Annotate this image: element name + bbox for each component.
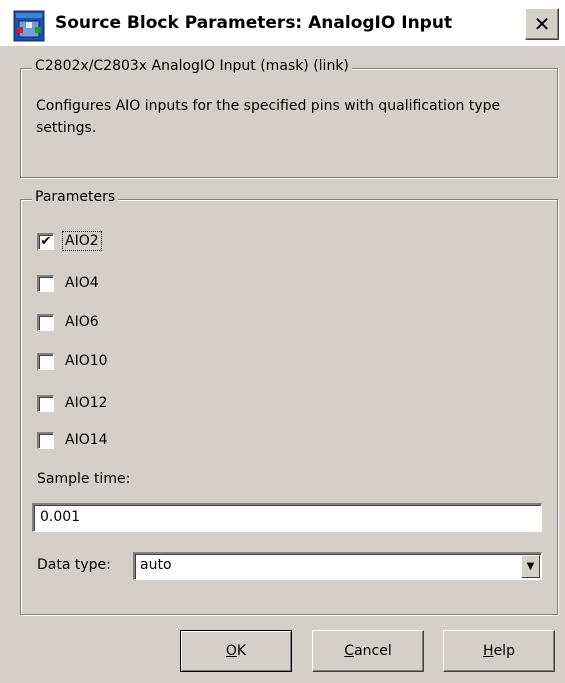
checkbox-box[interactable]	[37, 394, 54, 412]
checkbox-aio12[interactable]: AIO12	[37, 392, 110, 414]
checkbox-box[interactable]: ✔	[37, 232, 54, 250]
checkbox-aio6[interactable]: AIO6	[37, 311, 101, 333]
checkbox-aio10[interactable]: AIO10	[37, 350, 110, 372]
ok-label-rest: K	[236, 643, 247, 659]
checkbox-label[interactable]: AIO4	[63, 274, 101, 292]
ok-mnemonic: O	[225, 643, 237, 659]
sample-time-label: Sample time:	[37, 471, 131, 487]
help-button[interactable]: Help	[443, 630, 555, 672]
ok-button[interactable]: OK	[180, 630, 292, 672]
cancel-label-rest: ancel	[354, 643, 392, 659]
help-mnemonic: H	[483, 643, 494, 659]
sample-time-value: 0.001	[40, 509, 81, 525]
checkbox-label[interactable]: AIO14	[63, 431, 110, 449]
checkbox-label[interactable]: AIO12	[63, 394, 110, 412]
checkmark-icon: ✔	[40, 234, 52, 249]
simulink-block-icon	[13, 10, 45, 42]
parameters-group-legend: Parameters	[32, 189, 119, 205]
title-bar: Source Block Parameters: AnalogIO Input …	[0, 0, 565, 46]
checkbox-box[interactable]	[37, 431, 54, 449]
checkbox-label[interactable]: AIO10	[63, 352, 110, 370]
checkbox-aio14[interactable]: AIO14	[37, 429, 110, 451]
cancel-button[interactable]: Cancel	[312, 630, 424, 672]
checkbox-aio2[interactable]: ✔ AIO2	[37, 230, 102, 252]
data-type-label: Data type:	[37, 557, 111, 573]
close-button[interactable]: ✕	[525, 8, 559, 40]
sample-time-input[interactable]: 0.001	[32, 503, 542, 532]
chevron-down-icon: ▼	[526, 561, 535, 572]
checkbox-box[interactable]	[37, 313, 54, 331]
dropdown-button[interactable]: ▼	[521, 555, 540, 578]
mask-group-legend: C2802x/C2803x AnalogIO Input (mask) (lin…	[32, 58, 352, 74]
data-type-select[interactable]: auto ▼	[133, 552, 542, 580]
checkbox-box[interactable]	[37, 274, 54, 292]
data-type-value: auto	[140, 557, 172, 573]
checkbox-aio4[interactable]: AIO4	[37, 272, 101, 294]
window-title: Source Block Parameters: AnalogIO Input	[55, 13, 453, 33]
mask-description: Configures AIO inputs for the specified …	[36, 98, 501, 136]
checkbox-label[interactable]: AIO2	[62, 231, 102, 251]
checkbox-label[interactable]: AIO6	[63, 313, 101, 331]
cancel-mnemonic: C	[344, 643, 355, 659]
checkbox-box[interactable]	[37, 352, 54, 370]
help-label-rest: elp	[493, 643, 515, 659]
close-icon: ✕	[533, 12, 551, 36]
